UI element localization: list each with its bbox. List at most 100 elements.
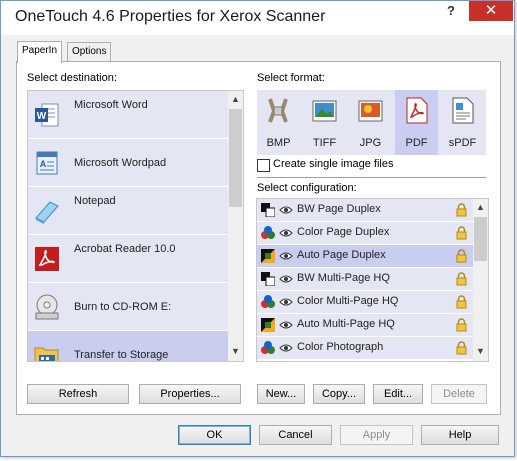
title-bar[interactable]: OneTouch 4.6 Properties for Xerox Scanne… [1, 1, 514, 35]
select-destination-label: Select destination: [27, 72, 117, 84]
select-format-label: Select format: [257, 72, 325, 84]
format-label: TIFF [312, 137, 337, 149]
format-label: sPDF [448, 137, 477, 149]
window-title: OneTouch 4.6 Properties for Xerox Scanne… [15, 8, 326, 25]
eye-icon [279, 344, 293, 352]
bmp-icon [268, 98, 288, 123]
refresh-button[interactable]: Refresh [27, 384, 129, 404]
eye-icon [279, 275, 293, 283]
eye-icon [279, 206, 293, 214]
color-scan-icon [261, 226, 275, 239]
ok-button[interactable]: OK [178, 425, 251, 445]
bw-scan-icon [261, 203, 275, 217]
configuration-scrollbar[interactable]: ▲ ▼ [473, 199, 488, 361]
configuration-label: Color Page Duplex [297, 226, 390, 238]
paperin-panel: Select destination: W Microsoft Word A M… [16, 61, 501, 415]
scroll-thumb[interactable] [229, 109, 242, 207]
eye-icon [279, 252, 293, 260]
format-label: PDF [405, 137, 428, 149]
lock-icon [456, 249, 467, 263]
configuration-label: Auto Multi-Page HQ [297, 318, 395, 330]
scroll-up-icon[interactable]: ▲ [228, 94, 243, 104]
lock-icon [456, 341, 467, 355]
destination-label: Notepad [74, 195, 116, 207]
destination-label: Burn to CD-ROM E: [74, 301, 172, 313]
destination-item-burn-to-cd[interactable]: Burn to CD-ROM E: [28, 283, 228, 331]
format-jpg[interactable]: JPG [349, 90, 392, 155]
format-spdf[interactable]: sPDF [441, 90, 484, 155]
format-strip: BMP TIFF JPG PDF sPDF [257, 90, 486, 155]
destination-list[interactable]: W Microsoft Word A Microsoft Wordpad Not… [27, 90, 244, 362]
storage-folder-icon [34, 347, 59, 361]
configuration-item-color-page-duplex[interactable]: Color Page Duplex [257, 222, 473, 245]
delete-button[interactable]: Delete [431, 384, 487, 404]
destination-item-notepad[interactable]: Notepad [28, 187, 228, 235]
tab-paperin[interactable]: PaperIn [17, 41, 63, 63]
create-single-image-label[interactable]: Create single image files [273, 158, 393, 170]
properties-button[interactable]: Properties... [139, 384, 241, 404]
notepad-icon [35, 201, 59, 224]
edit-button[interactable]: Edit... [373, 384, 423, 404]
configuration-item-bw-multi-page-hq[interactable]: BW Multi-Page HQ [257, 268, 473, 291]
scroll-down-icon[interactable]: ▼ [228, 346, 243, 356]
bw-scan-icon [261, 272, 275, 286]
create-single-image-checkbox[interactable] [257, 159, 270, 172]
cancel-button[interactable]: Cancel [259, 425, 332, 445]
auto-scan-icon [261, 318, 275, 332]
help-question-button[interactable]: ? [439, 3, 463, 21]
color-scan-icon [261, 295, 275, 308]
new-button[interactable]: New... [257, 384, 305, 404]
format-label: BMP [266, 137, 291, 149]
destination-label: Microsoft Wordpad [74, 157, 167, 169]
lock-icon [456, 272, 467, 286]
scroll-down-icon[interactable]: ▼ [473, 346, 488, 356]
jpg-icon [358, 100, 383, 122]
destination-item-transfer-to-storage[interactable]: Transfer to Storage [28, 331, 228, 361]
configuration-label: BW Multi-Page HQ [297, 272, 390, 284]
scroll-thumb[interactable] [474, 217, 487, 261]
configuration-list[interactable]: BW Page Duplex Color Page Duplex Auto Pa… [256, 198, 489, 362]
destination-item-microsoft-word[interactable]: W Microsoft Word [28, 91, 228, 139]
color-scan-icon [261, 341, 275, 354]
configuration-label: Auto Page Duplex [297, 249, 386, 261]
tab-options[interactable]: Options [67, 42, 112, 61]
svg-text:A: A [40, 159, 47, 169]
configuration-item-color-photograph[interactable]: Color Photograph [257, 337, 473, 360]
wordpad-icon: A [36, 151, 58, 175]
help-button[interactable]: Help [421, 425, 499, 445]
eye-icon [279, 321, 293, 329]
configuration-item-color-multi-page-hq[interactable]: Color Multi-Page HQ [257, 291, 473, 314]
word-icon: W [35, 103, 59, 127]
configuration-label: BW Page Duplex [297, 203, 381, 215]
format-tiff[interactable]: TIFF [303, 90, 346, 155]
lock-icon [456, 318, 467, 332]
scroll-up-icon[interactable]: ▲ [473, 202, 488, 212]
auto-scan-icon [261, 249, 275, 263]
divider [257, 177, 486, 178]
destination-item-acrobat-reader[interactable]: Acrobat Reader 10.0 [28, 235, 228, 283]
configuration-item-auto-multi-page-hq[interactable]: Auto Multi-Page HQ [257, 314, 473, 337]
destination-item-microsoft-wordpad[interactable]: A Microsoft Wordpad [28, 139, 228, 187]
format-pdf[interactable]: PDF [395, 90, 438, 155]
pdf-icon [406, 97, 428, 124]
properties-dialog: OneTouch 4.6 Properties for Xerox Scanne… [0, 0, 515, 457]
configuration-item-bw-page-duplex[interactable]: BW Page Duplex [257, 199, 473, 222]
tiff-icon [312, 100, 337, 122]
format-bmp[interactable]: BMP [257, 90, 300, 155]
svg-text:W: W [37, 111, 47, 122]
copy-button[interactable]: Copy... [313, 384, 365, 404]
spdf-icon [452, 97, 474, 124]
apply-button[interactable]: Apply [340, 425, 413, 445]
lock-icon [456, 226, 467, 240]
select-configuration-label: Select configuration: [257, 182, 357, 194]
cd-burner-icon [35, 294, 59, 320]
configuration-item-auto-page-duplex[interactable]: Auto Page Duplex [257, 245, 473, 268]
lock-icon [456, 203, 467, 217]
destination-scrollbar[interactable]: ▲ ▼ [228, 91, 243, 361]
eye-icon [279, 298, 293, 306]
configuration-label: Color Multi-Page HQ [297, 295, 399, 307]
lock-icon [456, 295, 467, 309]
format-label: JPG [359, 137, 382, 149]
destination-label: Acrobat Reader 10.0 [74, 243, 176, 255]
close-button[interactable]: ✕ [469, 1, 513, 21]
